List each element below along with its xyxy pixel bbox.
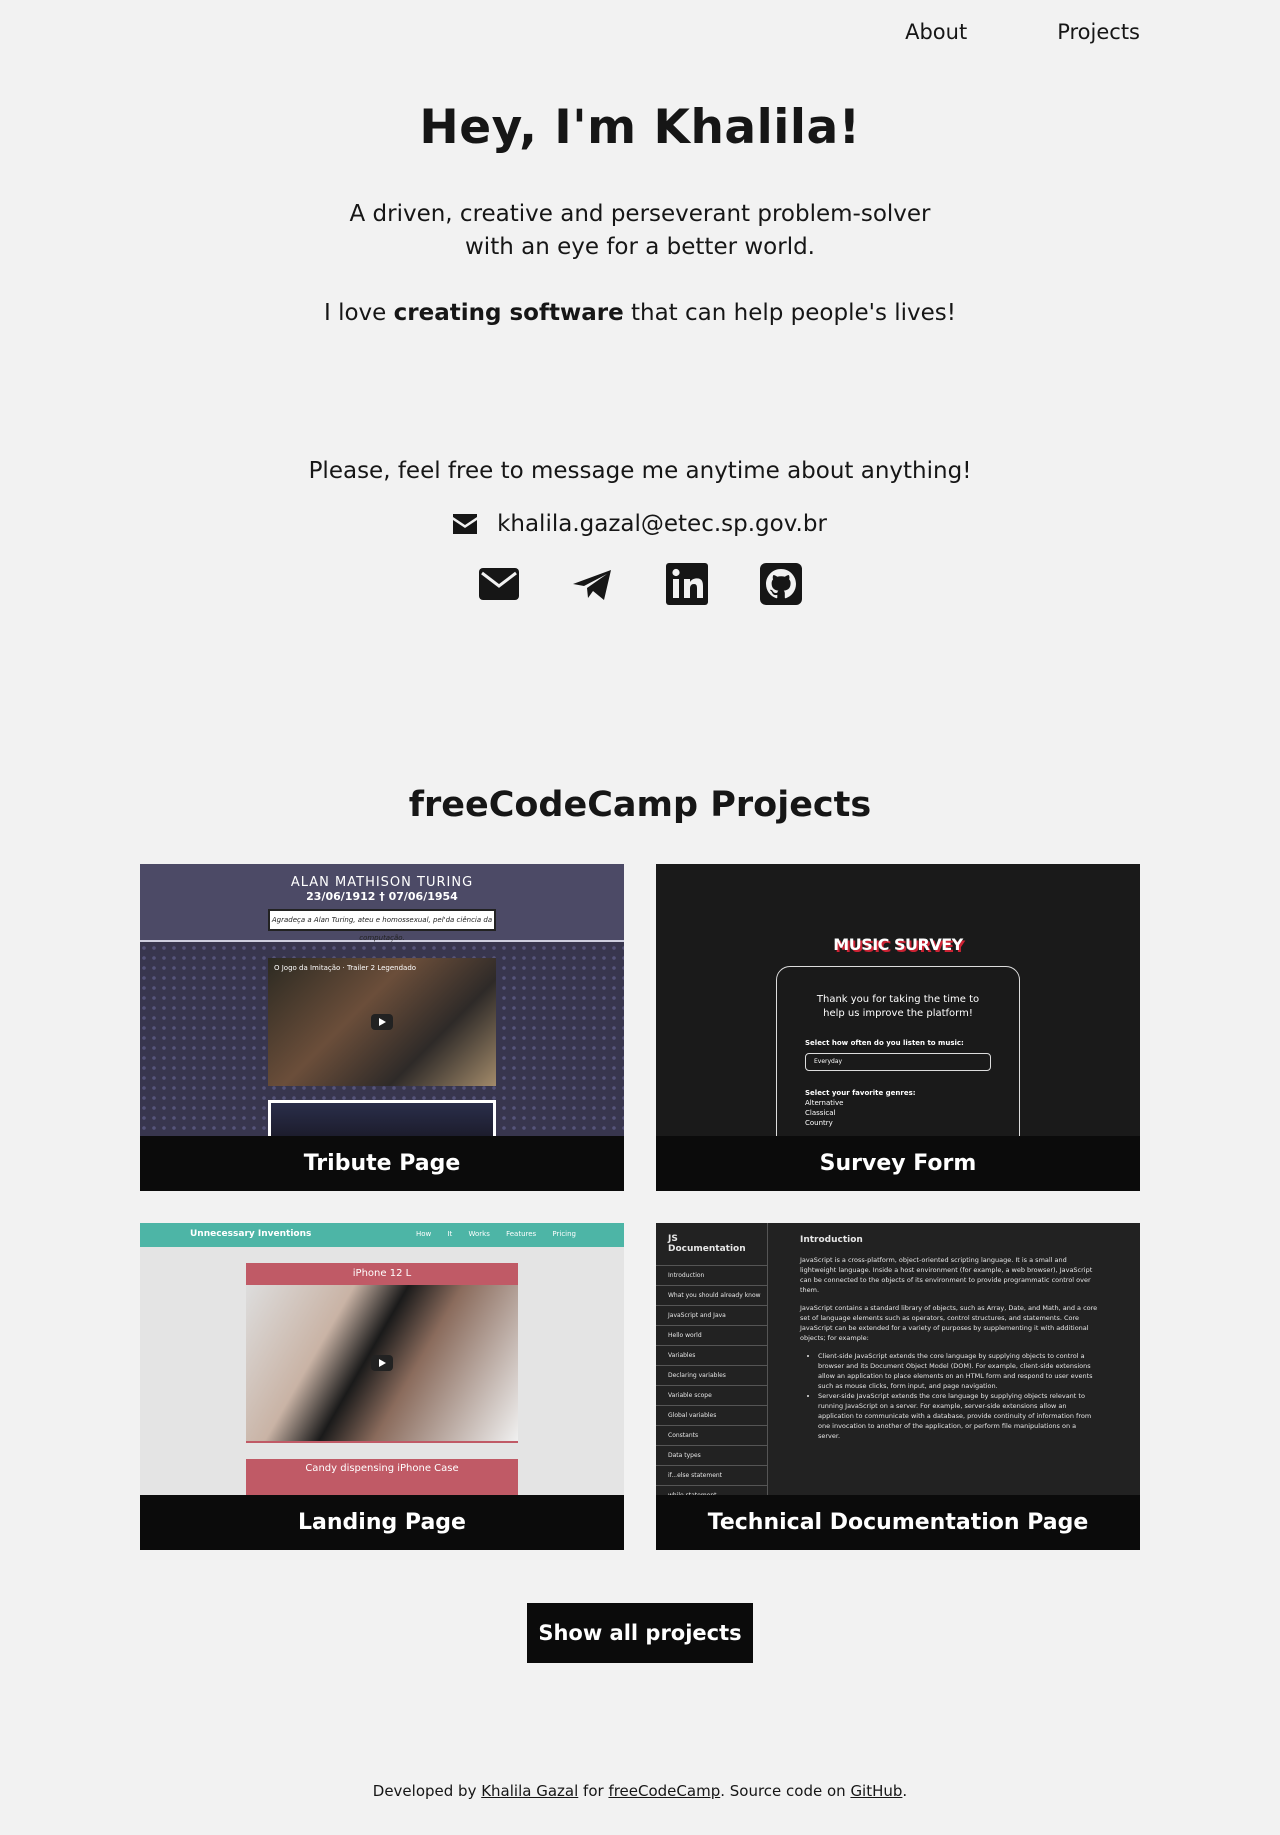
tribute-header: ALAN MATHISON TURING 23/06/1912 † 07/06/… <box>140 864 624 942</box>
hero-section: Hey, I'm Khalila! A driven, creative and… <box>0 100 1280 326</box>
project-card-survey[interactable]: MUSIC SURVEY Thank you for taking the ti… <box>656 864 1140 1191</box>
love-bold: creating software <box>393 300 624 326</box>
tagline-line-2: with an eye for a better world. <box>465 234 815 260</box>
email-address[interactable]: khalila.gazal@etec.sp.gov.br <box>497 511 827 537</box>
love-prefix: I love <box>324 300 394 326</box>
survey-q1-select: Everyday <box>805 1053 991 1071</box>
docs-sidebar-item: while statement <box>656 1485 767 1495</box>
footer-source: . Source code on <box>720 1782 851 1800</box>
tribute-video: O Jogo da Imitação · Trailer 2 Legendado <box>268 958 496 1086</box>
envelope-icon <box>479 568 519 600</box>
project-card-docs[interactable]: JS Documentation Introduction What you s… <box>656 1223 1140 1550</box>
docs-sidebar-item: Introduction <box>656 1265 767 1285</box>
landing-video-box: iPhone 12 L <box>246 1263 518 1443</box>
github-social-link[interactable] <box>759 562 803 606</box>
docs-sidebar-item: Declaring variables <box>656 1365 767 1385</box>
project-card-tribute[interactable]: ALAN MATHISON TURING 23/06/1912 † 07/06/… <box>140 864 624 1191</box>
play-icon <box>371 1355 393 1371</box>
landing-video <box>246 1285 518 1441</box>
survey-q2: Select your favorite genres: <box>805 1089 916 1097</box>
docs-list-item: Client-side JavaScript extends the core … <box>818 1351 1100 1391</box>
nav-about-link[interactable]: About <box>905 20 967 44</box>
footer-for: for <box>578 1782 609 1800</box>
survey-thumbnail: MUSIC SURVEY Thank you for taking the ti… <box>656 864 1140 1136</box>
landing-thumbnail: Unnecessary Inventions How It Works Feat… <box>140 1223 624 1495</box>
docs-sidebar-item: Variable scope <box>656 1385 767 1405</box>
love-suffix: that can help people's lives! <box>623 300 956 326</box>
email-row: khalila.gazal@etec.sp.gov.br <box>0 511 1280 537</box>
survey-title: MUSIC SURVEY <box>833 935 963 954</box>
docs-sidebar-item: if...else statement <box>656 1465 767 1485</box>
tribute-name: ALAN MATHISON TURING <box>290 875 474 890</box>
card-caption: Tribute Page <box>140 1136 624 1191</box>
docs-main-title: Introduction <box>800 1235 863 1245</box>
landing-navbar: Unnecessary Inventions How It Works Feat… <box>140 1223 624 1247</box>
landing-brand: Unnecessary Inventions <box>190 1229 312 1239</box>
card-caption: Landing Page <box>140 1495 624 1550</box>
survey-genre: Country <box>805 1119 833 1127</box>
projects-title: freeCodeCamp Projects <box>408 785 872 825</box>
social-links <box>0 562 1280 606</box>
landing-links: How It Works Features Pricing <box>415 1230 576 1238</box>
landing-box2-title: Candy dispensing iPhone Case <box>305 1463 459 1474</box>
project-card-landing[interactable]: Unnecessary Inventions How It Works Feat… <box>140 1223 624 1550</box>
card-caption: Survey Form <box>656 1136 1140 1191</box>
docs-thumbnail: JS Documentation Introduction What you s… <box>656 1223 1140 1495</box>
tribute-dates: 23/06/1912 † 07/06/1954 <box>306 890 458 903</box>
survey-q1: Select how often do you listen to music: <box>805 1039 964 1047</box>
tribute-thumbnail: ALAN MATHISON TURING 23/06/1912 † 07/06/… <box>140 864 624 1136</box>
docs-list: Client-side JavaScript extends the core … <box>800 1351 1100 1441</box>
hero-title: Hey, I'm Khalila! <box>419 100 861 155</box>
linkedin-icon <box>666 563 708 605</box>
survey-genre: Alternative <box>805 1099 844 1107</box>
contact-invite: Please, feel free to message me anytime … <box>308 458 972 484</box>
footer-developed-by: Developed by <box>372 1782 482 1800</box>
docs-sidebar-item: Variables <box>656 1345 767 1365</box>
top-nav: About Projects <box>905 20 1140 44</box>
linkedin-social-link[interactable] <box>665 562 709 606</box>
docs-sidebar-item: Constants <box>656 1425 767 1445</box>
docs-sidebar-item: Hello world <box>656 1325 767 1345</box>
tagline-line-1: A driven, creative and perseverant probl… <box>349 201 931 227</box>
hero-love-line: I love creating software that can help p… <box>0 300 1280 326</box>
survey-panel: Thank you for taking the time to help us… <box>776 966 1020 1136</box>
docs-sidebar-item: JavaScript and Java <box>656 1305 767 1325</box>
hero-tagline: A driven, creative and perseverant probl… <box>0 198 1280 264</box>
show-all-projects-button[interactable]: Show all projects <box>527 1603 753 1663</box>
footer-fcc-link[interactable]: freeCodeCamp <box>608 1782 720 1800</box>
docs-sidebar-item: Data types <box>656 1445 767 1465</box>
nav-projects-link[interactable]: Projects <box>1057 20 1140 44</box>
landing-video-box-2: Candy dispensing iPhone Case <box>246 1459 518 1495</box>
docs-sidebar-item: Global variables <box>656 1405 767 1425</box>
docs-list-item: Server-side JavaScript extends the core … <box>818 1391 1100 1441</box>
survey-thanks: Thank you for taking the time to help us… <box>816 994 980 1019</box>
landing-box1-title: iPhone 12 L <box>352 1268 412 1279</box>
docs-sidebar-title: JS Documentation <box>668 1234 746 1254</box>
projects-grid: ALAN MATHISON TURING 23/06/1912 † 07/06/… <box>140 864 1140 1550</box>
docs-main: Introduction JavaScript is a cross-platf… <box>800 1235 1100 1441</box>
footer-author-link[interactable]: Khalila Gazal <box>481 1782 578 1800</box>
footer-github-link[interactable]: GitHub <box>850 1782 902 1800</box>
tribute-quote: Agradeça a Alan Turing, ateu e homossexu… <box>268 909 496 942</box>
docs-paragraph: JavaScript is a cross-platform, object-o… <box>800 1256 1093 1294</box>
play-icon <box>371 1014 393 1030</box>
footer-end: . <box>902 1782 908 1800</box>
card-caption: Technical Documentation Page <box>656 1495 1140 1550</box>
docs-paragraph: JavaScript contains a standard library o… <box>800 1304 1098 1342</box>
envelope-icon <box>453 514 478 534</box>
github-icon <box>760 563 802 605</box>
telegram-icon <box>573 570 611 600</box>
survey-genre: Classical <box>805 1109 836 1117</box>
contact-section: Please, feel free to message me anytime … <box>0 458 1280 606</box>
docs-sidebar-item: What you should already know <box>656 1285 767 1305</box>
footer: Developed by Khalila Gazal for freeCodeC… <box>0 1782 1280 1800</box>
tribute-video-title: O Jogo da Imitação · Trailer 2 Legendado <box>274 964 417 972</box>
tribute-photo <box>268 1100 496 1136</box>
telegram-social-link[interactable] <box>571 562 615 606</box>
email-social-link[interactable] <box>477 562 521 606</box>
docs-sidebar: JS Documentation Introduction What you s… <box>656 1223 768 1495</box>
